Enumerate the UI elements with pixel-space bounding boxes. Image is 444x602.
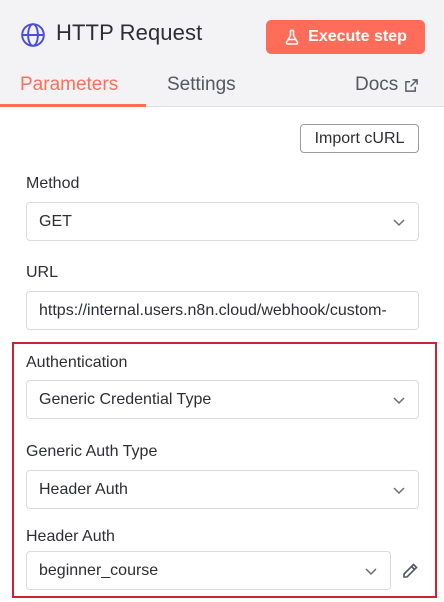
active-tab-indicator (0, 104, 146, 107)
chevron-down-icon (393, 487, 405, 495)
execute-step-label: Execute step (308, 28, 407, 45)
tab-parameters[interactable]: Parameters (20, 74, 118, 96)
globe-icon (21, 23, 45, 47)
url-value: https://internal.users.n8n.cloud/webhook… (39, 301, 387, 319)
url-input[interactable]: https://internal.users.n8n.cloud/webhook… (26, 291, 419, 330)
chevron-down-icon (393, 219, 405, 227)
import-curl-button[interactable]: Import cURL (300, 124, 419, 153)
method-label: Method (26, 175, 80, 192)
authentication-select[interactable]: Generic Credential Type (26, 380, 419, 419)
header-auth-select[interactable]: beginner_course (26, 551, 391, 590)
header-auth-value: beginner_course (39, 561, 159, 579)
authentication-label: Authentication (26, 354, 128, 371)
chevron-down-icon (365, 568, 377, 576)
chevron-down-icon (393, 397, 405, 405)
generic-auth-type-label: Generic Auth Type (26, 443, 158, 460)
generic-auth-type-value: Header Auth (39, 480, 128, 498)
method-value: GET (39, 212, 72, 230)
tab-settings[interactable]: Settings (167, 74, 236, 96)
pencil-icon[interactable] (400, 561, 420, 581)
header-auth-label: Header Auth (26, 528, 115, 545)
docs-label: Docs (355, 74, 399, 95)
node-title: HTTP Request (56, 20, 203, 45)
docs-link[interactable]: Docs (355, 74, 419, 96)
authentication-value: Generic Credential Type (39, 390, 212, 408)
method-select[interactable]: GET (26, 202, 419, 241)
node-header: HTTP Request Execute step Parameters Set… (0, 0, 444, 107)
generic-auth-type-select[interactable]: Header Auth (26, 470, 419, 509)
execute-step-button[interactable]: Execute step (266, 20, 425, 54)
flask-icon (285, 29, 299, 45)
url-label: URL (26, 264, 59, 281)
external-link-icon (405, 78, 419, 92)
